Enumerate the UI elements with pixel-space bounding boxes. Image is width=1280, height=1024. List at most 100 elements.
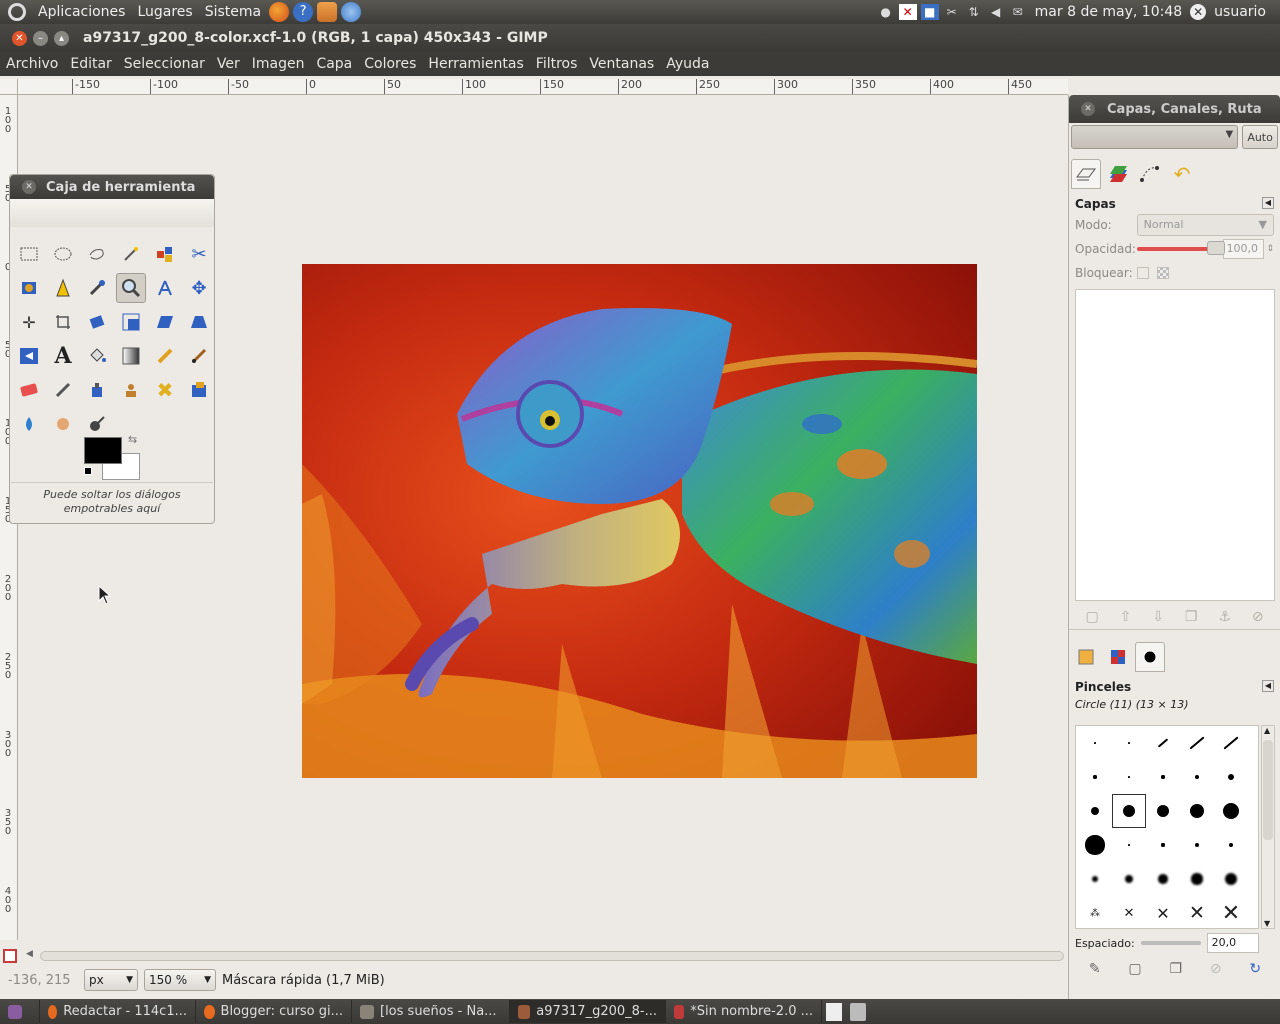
dock-close-button[interactable]: ✕	[1081, 102, 1095, 116]
brush-cell[interactable]	[1180, 760, 1214, 794]
ubuntu-logo-icon[interactable]	[8, 3, 26, 21]
mode-select[interactable]: Normal ▼	[1136, 214, 1274, 236]
dodge-burn-tool-icon[interactable]	[82, 409, 112, 439]
align-tool-icon[interactable]: ✛	[14, 307, 44, 337]
brush-cell[interactable]	[1146, 760, 1180, 794]
brush-cell[interactable]: ✕	[1146, 896, 1180, 930]
people-icon[interactable]: ●	[877, 4, 895, 20]
ink-tool-icon[interactable]	[82, 375, 112, 405]
crop-tool-icon[interactable]	[48, 307, 78, 337]
default-colors-icon[interactable]	[84, 467, 92, 475]
brush-cell[interactable]	[1214, 760, 1248, 794]
opacity-spin-icon[interactable]: ⇕	[1266, 244, 1274, 254]
menu-editar[interactable]: Editar	[64, 56, 117, 72]
trash-icon[interactable]	[850, 1002, 866, 1021]
zoom-select[interactable]: 150 % ▼	[144, 969, 216, 991]
smudge-tool-icon[interactable]	[48, 409, 78, 439]
text-tool-icon[interactable]: A	[48, 341, 78, 371]
auto-button[interactable]: Auto	[1242, 125, 1278, 149]
task-item-2[interactable]: [los sueños - Na...	[352, 1000, 510, 1023]
image-menu-select[interactable]: ▼	[1071, 125, 1239, 149]
brush-cell[interactable]	[1146, 726, 1180, 760]
tab-channels[interactable]	[1103, 159, 1133, 189]
tab-patterns-brushes-fg[interactable]	[1071, 642, 1101, 672]
rotate-tool-icon[interactable]	[82, 307, 112, 337]
menu-sistema[interactable]: Sistema	[199, 4, 267, 20]
paintbrush-tool-icon[interactable]	[184, 341, 214, 371]
window-minimize-button[interactable]: –	[33, 30, 48, 46]
chameleon-image[interactable]	[302, 264, 977, 778]
toolbox-dialog[interactable]: ✕ Caja de herramienta ✂ ✥ ✛ A ✖ ⇆ Puede …	[9, 174, 215, 524]
lock-alpha-checkbox[interactable]	[1157, 267, 1169, 279]
horizontal-scrollbar[interactable]: ◀	[18, 948, 1068, 964]
flip-tool-icon[interactable]	[14, 341, 44, 371]
lock-pixels-checkbox[interactable]	[1137, 267, 1149, 279]
tab-undo[interactable]: ↶	[1167, 159, 1197, 189]
brush-cell[interactable]	[1146, 794, 1180, 828]
menu-ventanas[interactable]: Ventanas	[583, 56, 660, 72]
brush-cell[interactable]: ✕	[1112, 896, 1146, 930]
scroll-down-icon[interactable]: ▼	[1264, 919, 1270, 928]
ruler-corner-button[interactable]	[0, 79, 18, 95]
mail-icon[interactable]: ✉	[1009, 4, 1027, 20]
brush-cell[interactable]	[1180, 862, 1214, 896]
brush-cell[interactable]	[1214, 726, 1248, 760]
brush-cell[interactable]	[1112, 828, 1146, 862]
brush-cell[interactable]	[1214, 862, 1248, 896]
color-picker-tool-icon[interactable]	[82, 273, 112, 303]
lower-layer-icon[interactable]: ⇩	[1152, 609, 1164, 625]
menu-ver[interactable]: Ver	[211, 56, 246, 72]
scale-tool-icon[interactable]	[116, 307, 146, 337]
brush-cell[interactable]	[1078, 862, 1112, 896]
swap-colors-icon[interactable]: ⇆	[128, 433, 137, 446]
spacing-slider[interactable]	[1140, 941, 1201, 945]
unit-select[interactable]: px ▼	[84, 969, 138, 991]
ellipse-select-tool-icon[interactable]	[48, 239, 78, 269]
dock-title-bar[interactable]: ✕ Capas, Canales, Ruta	[1069, 95, 1280, 123]
pencil-tool-icon[interactable]	[150, 341, 180, 371]
menu-imagen[interactable]: Imagen	[246, 56, 311, 72]
layer-list[interactable]	[1075, 289, 1275, 601]
brush-cell[interactable]	[1112, 726, 1146, 760]
opacity-slider[interactable]	[1136, 241, 1225, 255]
fuzzy-select-tool-icon[interactable]	[116, 239, 146, 269]
perspective-clone-tool-icon[interactable]	[184, 375, 214, 405]
heal-tool-icon[interactable]: ✖	[150, 375, 180, 405]
scroll-left-icon[interactable]: ◀	[26, 949, 33, 959]
horizontal-ruler[interactable]: -150-100-5005010015020025030035040045050…	[18, 79, 1068, 95]
brush-cell[interactable]	[1180, 794, 1214, 828]
clone-tool-icon[interactable]	[116, 375, 146, 405]
brush-cell[interactable]	[1214, 828, 1248, 862]
brush-cell[interactable]	[1112, 760, 1146, 794]
brush-cell[interactable]	[1146, 828, 1180, 862]
tray-app-icon[interactable]: ✂	[943, 4, 961, 20]
opacity-slider-handle[interactable]	[1206, 241, 1225, 255]
clock[interactable]: mar 8 de may, 10:48	[1035, 4, 1182, 20]
tab-menu-icon[interactable]: ◀	[1262, 197, 1274, 209]
window-close-button[interactable]: ✕	[12, 30, 27, 46]
brush-cell[interactable]	[1078, 760, 1112, 794]
brush-scroll-thumb[interactable]	[1263, 740, 1273, 840]
free-select-tool-icon[interactable]	[82, 239, 112, 269]
user-menu[interactable]: usuario	[1214, 4, 1266, 20]
task-item-0[interactable]: Redactar - 114c1...	[40, 1000, 196, 1023]
scroll-up-icon[interactable]: ▲	[1264, 726, 1270, 735]
opacity-input[interactable]: 100,0	[1222, 239, 1265, 259]
app-tray-icon[interactable]: ■	[920, 4, 939, 20]
task-item-3[interactable]: a97317_g200_8-...	[510, 1000, 666, 1023]
window-maximize-button[interactable]: ▴	[54, 30, 69, 46]
bucket-fill-tool-icon[interactable]	[82, 341, 112, 371]
brush-scrollbar[interactable]: ▲ ▼	[1261, 725, 1275, 929]
menu-ayuda[interactable]: Ayuda	[660, 56, 715, 72]
menu-lugares[interactable]: Lugares	[131, 4, 198, 20]
show-desktop-button[interactable]	[0, 1000, 40, 1023]
fg-bg-color-selector[interactable]: ⇆	[84, 433, 144, 481]
menu-filtros[interactable]: Filtros	[530, 56, 584, 72]
duplicate-layer-icon[interactable]: ❐	[1185, 609, 1198, 625]
delete-layer-icon[interactable]: ⊘	[1252, 609, 1264, 625]
tab-paths[interactable]	[1135, 159, 1165, 189]
network-icon[interactable]: ⇅	[965, 4, 983, 20]
task-item-4[interactable]: *Sin nombre-2.0 ...	[666, 1000, 822, 1023]
tab-brushes[interactable]	[1135, 642, 1165, 672]
brush-cell[interactable]	[1078, 726, 1112, 760]
